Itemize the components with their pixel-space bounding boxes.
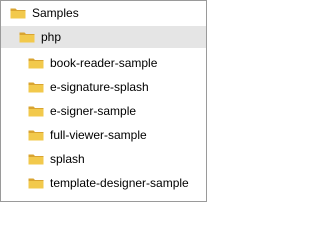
tree-item-e-signer-sample[interactable]: e-signer-sample	[1, 100, 206, 122]
tree-item-book-reader-sample[interactable]: book-reader-sample	[1, 52, 206, 74]
tree-item-label: php	[41, 30, 62, 44]
tree-item-php[interactable]: php	[1, 26, 206, 48]
tree-item-label: e-signature-splash	[50, 80, 149, 94]
tree-item-label: Samples	[32, 6, 79, 20]
tree-item-e-signature-splash[interactable]: e-signature-splash	[1, 76, 206, 98]
tree-item-samples[interactable]: Samples	[1, 2, 206, 24]
folder-icon	[28, 82, 44, 93]
folder-icon	[28, 58, 44, 69]
tree-item-label: book-reader-sample	[50, 56, 158, 70]
folder-icon	[28, 130, 44, 141]
folder-tree: Samples php book-reader-sample e-signatu…	[0, 0, 207, 202]
tree-item-template-designer-sample[interactable]: template-designer-sample	[1, 172, 206, 194]
folder-icon	[28, 178, 44, 189]
tree-item-label: e-signer-sample	[50, 104, 137, 118]
folder-icon	[28, 154, 44, 165]
tree-item-label: full-viewer-sample	[50, 128, 147, 142]
tree-item-label: template-designer-sample	[50, 176, 189, 190]
tree-item-full-viewer-sample[interactable]: full-viewer-sample	[1, 124, 206, 146]
tree-item-splash[interactable]: splash	[1, 148, 206, 170]
tree-item-label: splash	[50, 152, 85, 166]
folder-icon	[28, 106, 44, 117]
folder-icon	[10, 8, 26, 19]
folder-icon	[19, 32, 35, 43]
